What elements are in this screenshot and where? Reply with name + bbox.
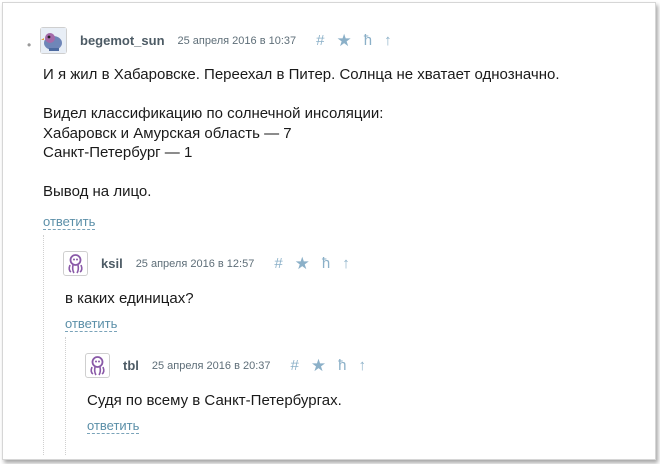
comment-bullet: • (27, 38, 32, 52)
thread-line (65, 337, 66, 455)
comment-date: 25 апреля 2016 в 10:37 (177, 34, 297, 47)
reply-link[interactable]: ответить (65, 317, 118, 332)
username[interactable]: begemot_sun (80, 33, 165, 48)
favorite-star-icon[interactable]: ★ (295, 255, 310, 272)
reply-link[interactable]: ответить (87, 419, 140, 434)
scroll-up-icon[interactable]: ↑ (342, 256, 350, 271)
comments-panel: • begemot_sun 25 апреля 2016 в 10:37 # ★… (2, 2, 656, 460)
comment-actions: # ★ ħ ↑ (279, 357, 366, 374)
comment-actions: # ★ ħ ↑ (304, 32, 391, 49)
thread-line (43, 235, 44, 455)
scroll-up-icon[interactable]: ↑ (358, 358, 366, 373)
username[interactable]: tbl (123, 358, 139, 373)
username[interactable]: ksil (101, 256, 123, 271)
comment-date: 25 апреля 2016 в 12:57 (135, 257, 255, 270)
octopus-avatar-icon[interactable] (63, 251, 88, 276)
comment-header: tbl 25 апреля 2016 в 20:37 # ★ ħ ↑ (85, 353, 366, 378)
comment-text: И я жил в Хабаровске. Переехал в Питер. … (43, 66, 560, 200)
favorite-star-icon[interactable]: ★ (336, 32, 351, 49)
parent-comment-icon[interactable]: ħ (364, 33, 372, 48)
comment-text: в каких единицах? (65, 290, 194, 307)
permalink-hash-icon[interactable]: # (291, 358, 299, 373)
comment-actions: # ★ ħ ↑ (262, 255, 349, 272)
parent-comment-icon[interactable]: ħ (338, 358, 346, 373)
comment-text: Судя по всему в Санкт-Петербургах. (87, 392, 342, 409)
octopus-avatar-icon[interactable] (85, 353, 110, 378)
scroll-up-icon[interactable]: ↑ (384, 33, 392, 48)
comment-date: 25 апреля 2016 в 20:37 (151, 359, 271, 372)
favorite-star-icon[interactable]: ★ (311, 357, 326, 374)
comment-header: ksil 25 апреля 2016 в 12:57 # ★ ħ ↑ (63, 251, 350, 276)
reply-link[interactable]: ответить (43, 215, 96, 230)
parent-comment-icon[interactable]: ħ (322, 256, 330, 271)
bird-avatar-icon[interactable] (40, 27, 67, 54)
permalink-hash-icon[interactable]: # (274, 256, 282, 271)
permalink-hash-icon[interactable]: # (316, 33, 324, 48)
comment-header: begemot_sun 25 апреля 2016 в 10:37 # ★ ħ… (40, 27, 392, 54)
